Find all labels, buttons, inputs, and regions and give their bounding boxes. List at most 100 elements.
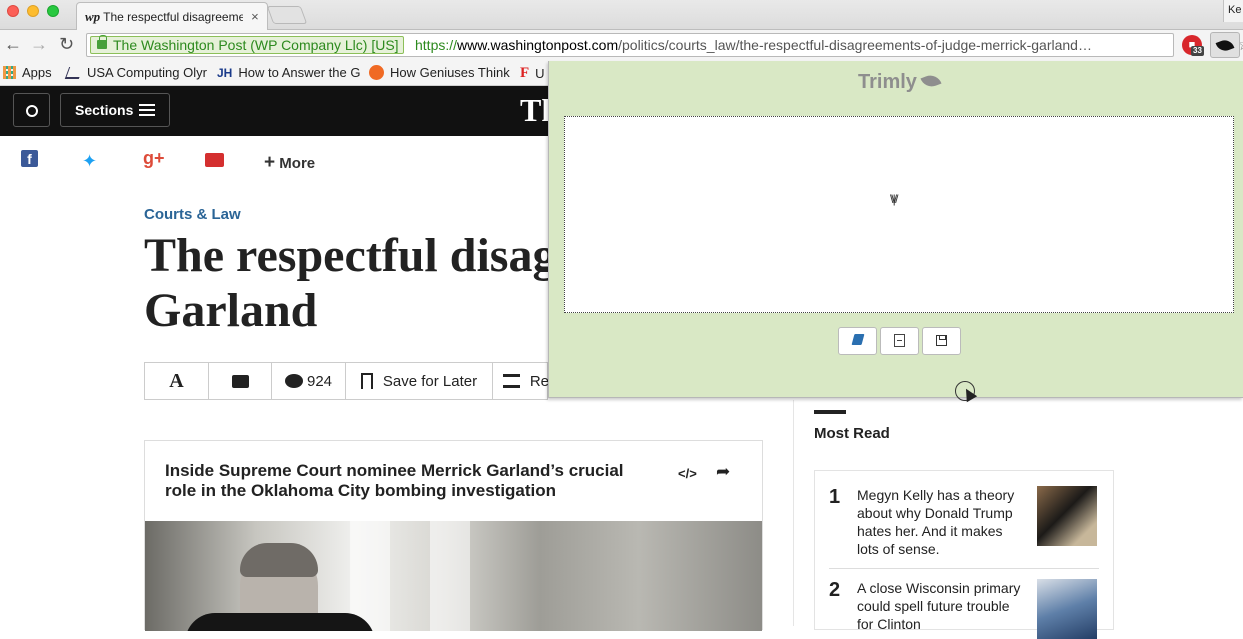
security-label: The Washington Post (WP Company Llc) [US… — [113, 37, 399, 53]
url-text[interactable]: https://www.washingtonpost.com/politics/… — [415, 37, 1092, 53]
most-read-headline[interactable]: Megyn Kelly has a theory about why Donal… — [857, 486, 1027, 558]
browser-tab[interactable]: wp The respectful disagreeme × — [76, 2, 268, 30]
leaf-icon — [920, 72, 942, 90]
security-indicator[interactable]: The Washington Post (WP Company Llc) [US… — [90, 35, 404, 54]
twitter-icon[interactable]: ✦ — [82, 151, 97, 172]
leaf-icon — [1215, 37, 1235, 54]
comments-button[interactable]: 924 — [272, 363, 346, 399]
trimly-popup: Trimly \\|// — [548, 61, 1243, 398]
video-title[interactable]: Inside Supreme Court nominee Merrick Gar… — [165, 461, 645, 501]
hamburger-icon — [139, 104, 155, 116]
share-more-label: More — [279, 155, 316, 172]
trimly-extension-button[interactable] — [1210, 32, 1240, 58]
most-read-thumbnail[interactable] — [1037, 579, 1097, 639]
profile-button[interactable]: Ke — [1223, 0, 1243, 22]
bookmark-apps[interactable]: Apps — [3, 65, 52, 80]
most-read-item[interactable]: 2 A close Wisconsin primary could spell … — [829, 579, 1099, 639]
most-read-number: 2 — [829, 579, 841, 601]
save-for-later-button[interactable]: Save for Later — [346, 363, 493, 399]
person-suit — [185, 613, 375, 631]
share-arrow-icon[interactable]: ➦ — [716, 462, 730, 482]
sections-button[interactable]: Sections — [60, 93, 170, 127]
printer-icon — [231, 374, 249, 388]
bookmark-usaco[interactable]: USA Computing Olyr — [64, 65, 207, 80]
site-search-button[interactable] — [13, 93, 50, 127]
most-read-thumbnail[interactable] — [1037, 486, 1097, 546]
summary-area[interactable]: \\|// — [564, 116, 1234, 313]
site-header: Sections Th — [0, 86, 559, 136]
tab-close-icon[interactable]: × — [251, 9, 259, 24]
zoom-window-button[interactable] — [47, 5, 59, 17]
article-kicker[interactable]: Courts & Law — [144, 206, 241, 223]
bookmark-icon — [360, 373, 373, 389]
apps-grid-icon — [3, 66, 16, 79]
headline-line-1: The respectful disag — [144, 229, 557, 282]
minimize-window-button[interactable] — [27, 5, 39, 17]
browser-tab-bar: wp The respectful disagreeme × Ke — [0, 0, 1243, 30]
most-read-list: 1 Megyn Kelly has a theory about why Don… — [814, 470, 1114, 639]
plus-icon: + — [264, 152, 276, 173]
back-arrow-icon[interactable]: ← — [4, 34, 22, 55]
trimly-title-text: Trimly — [858, 71, 917, 93]
most-read-item[interactable]: 1 Megyn Kelly has a theory about why Don… — [829, 486, 1099, 566]
column-divider — [793, 400, 794, 626]
tab-title: The respectful disagreeme — [103, 9, 244, 24]
most-read-rule — [814, 410, 846, 414]
bookmark-label: Apps — [22, 65, 52, 80]
font-size-button[interactable]: A — [145, 363, 209, 399]
url-path: /politics/courts_law/the-respectful-disa… — [618, 37, 1092, 53]
forward-arrow-icon[interactable]: → — [30, 34, 48, 55]
comment-bubble-icon — [284, 374, 303, 388]
url-host: www.washingtonpost.com — [457, 37, 619, 53]
print-button[interactable] — [209, 363, 272, 399]
pdf-icon — [894, 334, 905, 347]
video-thumbnail[interactable] — [145, 521, 762, 631]
new-tab-button[interactable] — [266, 6, 308, 24]
most-read-title: Most Read — [814, 425, 890, 442]
comments-count: 924 — [306, 372, 333, 390]
loading-spinner-icon: \\|// — [890, 192, 899, 206]
bookmark-f[interactable]: F U — [520, 65, 545, 82]
save-button[interactable] — [922, 327, 961, 355]
browser-toolbar: ← → ↻ The Washington Post (WP Company Ll… — [0, 30, 1243, 60]
orange-circle-icon — [369, 65, 384, 80]
read-button[interactable] — [838, 327, 877, 355]
list-icon — [503, 374, 520, 388]
wapo-favicon-icon: wp — [85, 8, 101, 24]
bookmark-jh[interactable]: JH How to Answer the G — [217, 65, 360, 80]
save-for-later-label: Save for Later — [382, 372, 478, 390]
reload-icon[interactable]: ↻ — [59, 34, 74, 55]
extension-badge: 33 — [1191, 46, 1204, 56]
mouse-cursor-icon — [955, 381, 975, 401]
disk-icon — [936, 335, 947, 346]
email-icon[interactable] — [205, 153, 224, 167]
bookmark-label: How Geniuses Think — [390, 65, 510, 80]
reading-list-button[interactable]: Re — [493, 363, 549, 399]
bookmark-label: U — [535, 66, 545, 81]
pdf-button[interactable] — [880, 327, 919, 355]
usaco-icon — [64, 66, 84, 79]
book-icon — [851, 334, 864, 345]
embed-code-icon[interactable]: </> — [678, 466, 697, 481]
most-read-number: 1 — [829, 486, 841, 508]
font-size-icon: A — [169, 369, 184, 392]
video-card[interactable]: Inside Supreme Court nominee Merrick Gar… — [144, 440, 763, 631]
google-plus-icon[interactable]: g+ — [143, 148, 165, 169]
list-divider — [829, 568, 1099, 569]
lock-icon — [97, 35, 107, 49]
bookmark-geniuses[interactable]: How Geniuses Think — [369, 65, 510, 80]
close-window-button[interactable] — [7, 5, 19, 17]
bookmark-label: How to Answer the G — [238, 65, 361, 80]
article-headline: The respectful disag Garland — [144, 228, 564, 338]
adblock-extension-icon[interactable]: ■ 33 — [1182, 35, 1204, 56]
f-icon: F — [520, 65, 530, 81]
article-tools-bar: A 924 Save for Later Re — [144, 362, 549, 400]
sections-label: Sections — [75, 102, 134, 118]
person-hair — [240, 543, 318, 577]
search-icon — [25, 105, 38, 117]
address-bar[interactable]: The Washington Post (WP Company Llc) [US… — [86, 33, 1243, 57]
pillar — [430, 521, 470, 631]
share-more-button[interactable]: + More — [264, 152, 315, 174]
facebook-icon[interactable]: f — [21, 150, 38, 167]
most-read-headline[interactable]: A close Wisconsin primary could spell fu… — [857, 579, 1027, 633]
